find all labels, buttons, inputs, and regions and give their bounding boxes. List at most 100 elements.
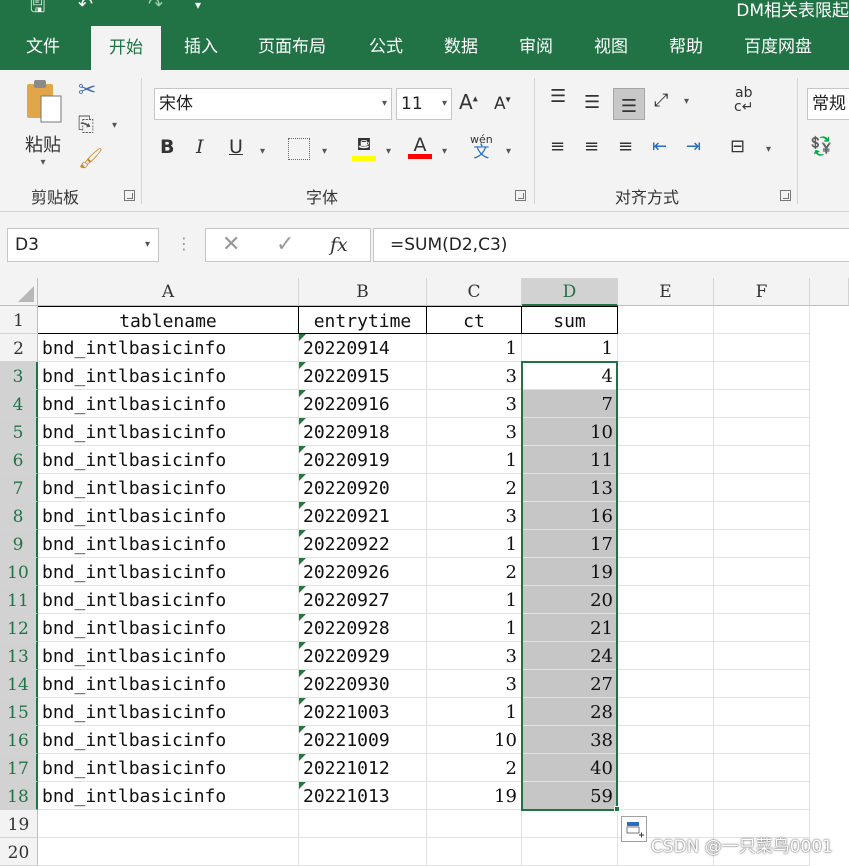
formula-input[interactable]: =SUM(D2,C3)	[373, 228, 849, 262]
data-cell[interactable]: bnd_intlbasicinfo	[38, 530, 299, 558]
empty-cell[interactable]	[714, 726, 810, 754]
empty-cell[interactable]	[522, 810, 618, 838]
empty-cell[interactable]	[618, 726, 714, 754]
data-cell[interactable]: bnd_intlbasicinfo	[38, 586, 299, 614]
column-header-g[interactable]	[810, 278, 849, 306]
select-all-button[interactable]	[0, 278, 38, 306]
chevron-down-icon[interactable]: ▾	[506, 146, 511, 157]
empty-cell[interactable]	[618, 502, 714, 530]
empty-cell[interactable]	[714, 642, 810, 670]
increase-font-button[interactable]: A▴	[459, 90, 478, 114]
row-header-2[interactable]: 2	[0, 334, 38, 362]
row-header-8[interactable]: 8	[0, 502, 38, 530]
empty-cell[interactable]	[618, 782, 714, 810]
undo-icon[interactable]: ↶	[78, 0, 93, 15]
cut-button[interactable]: ✂	[78, 78, 96, 103]
column-header-e[interactable]: E	[618, 278, 714, 306]
row-header-11[interactable]: 11	[0, 586, 38, 614]
row-header-16[interactable]: 16	[0, 726, 38, 754]
empty-cell[interactable]	[427, 838, 522, 866]
wrap-text-button[interactable]: ab c↵	[734, 86, 753, 114]
align-right-button[interactable]: ≡	[618, 136, 633, 157]
row-header-20[interactable]: 20	[0, 838, 38, 866]
data-cell[interactable]: 28	[522, 698, 618, 726]
data-cell[interactable]: 19	[427, 782, 522, 810]
data-cell[interactable]: bnd_intlbasicinfo	[38, 502, 299, 530]
underline-button[interactable]: U	[229, 136, 243, 158]
data-cell[interactable]: bnd_intlbasicinfo	[38, 614, 299, 642]
data-cell[interactable]: 10	[522, 418, 618, 446]
empty-cell[interactable]	[618, 362, 714, 390]
header-cell[interactable]: entrytime	[299, 306, 427, 334]
tab-review[interactable]: 审阅	[519, 22, 553, 70]
data-cell[interactable]: 1	[522, 334, 618, 362]
italic-button[interactable]: I	[196, 136, 204, 158]
data-cell[interactable]: 1	[427, 334, 522, 362]
empty-cell[interactable]	[618, 474, 714, 502]
empty-cell[interactable]	[714, 306, 810, 334]
row-header-6[interactable]: 6	[0, 446, 38, 474]
empty-cell[interactable]	[299, 838, 427, 866]
empty-cell[interactable]	[618, 642, 714, 670]
tab-baidu-netdisk[interactable]: 百度网盘	[744, 22, 812, 70]
empty-cell[interactable]	[714, 530, 810, 558]
data-cell[interactable]: 3	[427, 390, 522, 418]
tab-help[interactable]: 帮助	[669, 22, 703, 70]
empty-cell[interactable]	[714, 614, 810, 642]
chevron-down-icon[interactable]: ▾	[260, 146, 265, 157]
data-cell[interactable]: 20221009	[299, 726, 427, 754]
data-cell[interactable]: 20221003	[299, 698, 427, 726]
format-painter-button[interactable]: 🖌	[78, 146, 103, 170]
data-cell[interactable]: 2	[427, 754, 522, 782]
empty-cell[interactable]	[427, 810, 522, 838]
data-cell[interactable]: 3	[427, 362, 522, 390]
empty-cell[interactable]	[714, 782, 810, 810]
data-cell[interactable]: bnd_intlbasicinfo	[38, 698, 299, 726]
data-cell[interactable]: 4	[522, 362, 618, 390]
tab-home[interactable]: 开始	[91, 26, 161, 70]
empty-cell[interactable]	[618, 334, 714, 362]
phonetic-guide-button[interactable]: wén 文	[470, 134, 493, 160]
header-cell[interactable]: tablename	[38, 306, 299, 334]
empty-cell[interactable]	[618, 418, 714, 446]
header-cell[interactable]: sum	[522, 306, 618, 334]
empty-cell[interactable]	[714, 586, 810, 614]
empty-cell[interactable]	[714, 334, 810, 362]
column-header-d[interactable]: D	[522, 278, 618, 306]
data-cell[interactable]: 11	[522, 446, 618, 474]
tab-formulas[interactable]: 公式	[369, 22, 403, 70]
row-header-19[interactable]: 19	[0, 810, 38, 838]
data-cell[interactable]: 27	[522, 670, 618, 698]
row-header-13[interactable]: 13	[0, 642, 38, 670]
clipboard-launcher[interactable]	[124, 190, 135, 201]
data-cell[interactable]: 20220929	[299, 642, 427, 670]
empty-cell[interactable]	[714, 446, 810, 474]
data-cell[interactable]: 20220919	[299, 446, 427, 474]
decrease-indent-button[interactable]: ⇤	[652, 136, 667, 157]
data-cell[interactable]: 3	[427, 642, 522, 670]
data-cell[interactable]: 1	[427, 530, 522, 558]
data-cell[interactable]: 13	[522, 474, 618, 502]
align-middle-button[interactable]: ☰	[584, 92, 600, 113]
data-cell[interactable]: 3	[427, 502, 522, 530]
empty-cell[interactable]	[618, 390, 714, 418]
chevron-down-icon[interactable]: ▾	[442, 146, 447, 157]
row-header-1[interactable]: 1	[0, 306, 38, 334]
empty-cell[interactable]	[618, 614, 714, 642]
data-cell[interactable]: 2	[427, 558, 522, 586]
empty-cell[interactable]	[714, 418, 810, 446]
data-cell[interactable]: 1	[427, 614, 522, 642]
empty-cell[interactable]	[522, 838, 618, 866]
data-cell[interactable]: bnd_intlbasicinfo	[38, 390, 299, 418]
data-cell[interactable]: bnd_intlbasicinfo	[38, 726, 299, 754]
chevron-down-icon[interactable]: ▾	[386, 146, 391, 157]
empty-cell[interactable]	[618, 698, 714, 726]
orientation-button[interactable]: ⤢ ▾	[654, 90, 689, 111]
data-cell[interactable]: 20221013	[299, 782, 427, 810]
font-launcher[interactable]	[515, 190, 526, 201]
data-cell[interactable]: 38	[522, 726, 618, 754]
row-header-10[interactable]: 10	[0, 558, 38, 586]
data-cell[interactable]: 20220922	[299, 530, 427, 558]
tab-view[interactable]: 视图	[594, 22, 628, 70]
font-name-combo[interactable]: 宋体 ▾	[154, 88, 392, 120]
